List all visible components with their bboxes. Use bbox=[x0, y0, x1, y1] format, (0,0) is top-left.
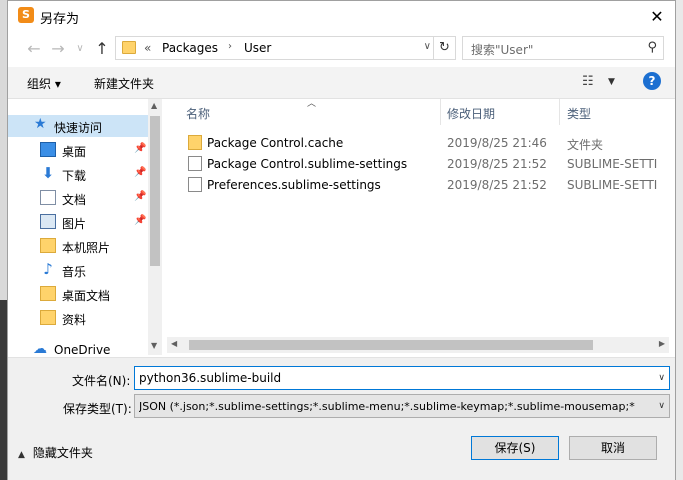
picture-icon bbox=[40, 214, 56, 229]
title-bar: S 另存为 ✕ bbox=[8, 1, 675, 32]
background-window-right bbox=[675, 0, 683, 480]
column-header-name[interactable]: 名称 bbox=[167, 99, 440, 125]
file-icon bbox=[188, 177, 202, 192]
scrollbar-thumb[interactable] bbox=[189, 340, 593, 350]
hide-folders-toggle[interactable]: ▲ 隐藏文件夹 bbox=[18, 444, 93, 461]
navigation-pane: ★ 快速访问 桌面 📌 ⬇ 下载 📌 文档 📌 图片 📌 本机照片 ♪ 音乐 桌… bbox=[8, 99, 161, 355]
scroll-down-icon[interactable]: ▼ bbox=[151, 341, 157, 350]
navigation-pane-scrollbar[interactable]: ▲ ▼ bbox=[148, 99, 162, 355]
pin-icon[interactable]: 📌 bbox=[134, 167, 146, 178]
sublime-app-icon: S bbox=[18, 7, 34, 23]
folder-icon bbox=[40, 310, 56, 325]
nav-item-downloads[interactable]: ⬇ 下载 📌 bbox=[8, 163, 148, 185]
file-row[interactable]: Preferences.sublime-settings 2019/8/25 2… bbox=[167, 174, 669, 195]
document-icon bbox=[40, 190, 56, 205]
file-list: ︿ 名称 修改日期 类型 Package Control.cache 2019/… bbox=[167, 99, 669, 337]
file-row[interactable]: Package Control.sublime-settings 2019/8/… bbox=[167, 153, 669, 174]
new-folder-button[interactable]: 新建文件夹 bbox=[94, 75, 154, 92]
file-icon bbox=[188, 156, 202, 171]
refresh-icon[interactable]: ↻ bbox=[433, 37, 455, 59]
filename-field[interactable]: python36.sublime-build ∨ bbox=[134, 366, 670, 390]
cloud-icon: ☁ bbox=[33, 341, 47, 356]
breadcrumb-user[interactable]: User bbox=[244, 41, 271, 55]
view-dropdown-icon[interactable]: ▼ bbox=[608, 77, 615, 87]
nav-item-local-photos[interactable]: 本机照片 bbox=[8, 235, 148, 257]
chevron-down-icon[interactable]: ∨ bbox=[658, 373, 665, 383]
folder-icon bbox=[122, 41, 136, 54]
view-options-icon[interactable]: ☷ bbox=[582, 74, 594, 89]
scrollbar-thumb[interactable] bbox=[150, 116, 160, 266]
recent-locations-chevron-icon[interactable]: ∨ bbox=[70, 43, 90, 54]
address-dropdown-icon[interactable]: ∨ bbox=[424, 41, 431, 52]
nav-item-desktop[interactable]: 桌面 📌 bbox=[8, 139, 148, 161]
up-arrow-icon[interactable]: ↑ bbox=[92, 39, 112, 58]
filename-value[interactable]: python36.sublime-build bbox=[139, 371, 281, 385]
scroll-up-icon[interactable]: ▲ bbox=[151, 101, 157, 110]
folder-icon bbox=[40, 238, 56, 253]
pin-icon[interactable]: 📌 bbox=[134, 215, 146, 226]
dialog-title: 另存为 bbox=[40, 12, 80, 27]
file-list-horizontal-scrollbar[interactable]: ◀ ▶ bbox=[167, 337, 669, 353]
scroll-left-icon[interactable]: ◀ bbox=[171, 339, 177, 348]
filename-label: 文件名(N): bbox=[72, 374, 131, 388]
nav-item-documents[interactable]: 文档 📌 bbox=[8, 187, 148, 209]
search-icon[interactable]: ⚲ bbox=[647, 40, 657, 55]
save-button[interactable]: 保存(S) bbox=[471, 436, 559, 460]
search-placeholder: 搜索"User" bbox=[471, 43, 534, 57]
breadcrumb-overflow[interactable]: « bbox=[144, 41, 151, 55]
chevron-up-icon: ▲ bbox=[18, 450, 25, 460]
address-bar[interactable]: « Packages › User ∨ ↻ bbox=[115, 36, 456, 60]
nav-item-materials[interactable]: 资料 bbox=[8, 307, 148, 329]
toolbar: 组织 ▾ 新建文件夹 ☷ ▼ ? bbox=[8, 67, 675, 99]
nav-item-pictures[interactable]: 图片 📌 bbox=[8, 211, 148, 233]
folder-icon bbox=[188, 135, 202, 150]
column-header-type[interactable]: 类型 bbox=[560, 99, 669, 125]
back-arrow-icon[interactable]: ← bbox=[24, 39, 44, 58]
download-icon: ⬇ bbox=[41, 164, 55, 182]
nav-quick-access[interactable]: ★ 快速访问 bbox=[8, 115, 148, 137]
nav-item-desktop-docs[interactable]: 桌面文档 bbox=[8, 283, 148, 305]
help-icon[interactable]: ? bbox=[643, 72, 661, 90]
scroll-right-icon[interactable]: ▶ bbox=[659, 339, 665, 348]
save-type-label: 保存类型(T): bbox=[63, 402, 132, 416]
folder-icon bbox=[40, 286, 56, 301]
nav-item-music[interactable]: ♪ 音乐 bbox=[8, 259, 148, 281]
nav-item-onedrive[interactable]: ☁ OneDrive bbox=[8, 339, 148, 356]
save-type-select[interactable]: JSON (*.json;*.sublime-settings;*.sublim… bbox=[134, 394, 670, 418]
breadcrumb-packages[interactable]: Packages bbox=[162, 41, 218, 55]
chevron-down-icon[interactable]: ∨ bbox=[658, 401, 665, 411]
breadcrumb-separator-icon[interactable]: › bbox=[228, 41, 232, 52]
close-button[interactable]: ✕ bbox=[639, 1, 675, 32]
star-icon: ★ bbox=[34, 116, 47, 132]
search-input[interactable]: 搜索"User" ⚲ bbox=[462, 36, 664, 60]
cancel-button[interactable]: 取消 bbox=[569, 436, 657, 460]
save-form: 文件名(N): python36.sublime-build ∨ 保存类型(T)… bbox=[8, 357, 675, 480]
save-type-value: JSON (*.json;*.sublime-settings;*.sublim… bbox=[139, 400, 635, 413]
column-header-modified[interactable]: 修改日期 bbox=[441, 99, 559, 125]
music-icon: ♪ bbox=[43, 260, 53, 278]
organize-button[interactable]: 组织 ▾ bbox=[27, 75, 61, 92]
save-as-dialog: S 另存为 ✕ ← → ∨ ↑ « Packages › User ∨ ↻ 搜索… bbox=[7, 0, 676, 480]
file-row[interactable]: Package Control.cache 2019/8/25 21:46 文件… bbox=[167, 132, 669, 153]
pin-icon[interactable]: 📌 bbox=[134, 143, 146, 154]
desktop-icon bbox=[40, 142, 56, 157]
forward-arrow-icon[interactable]: → bbox=[48, 39, 68, 58]
pin-icon[interactable]: 📌 bbox=[134, 191, 146, 202]
